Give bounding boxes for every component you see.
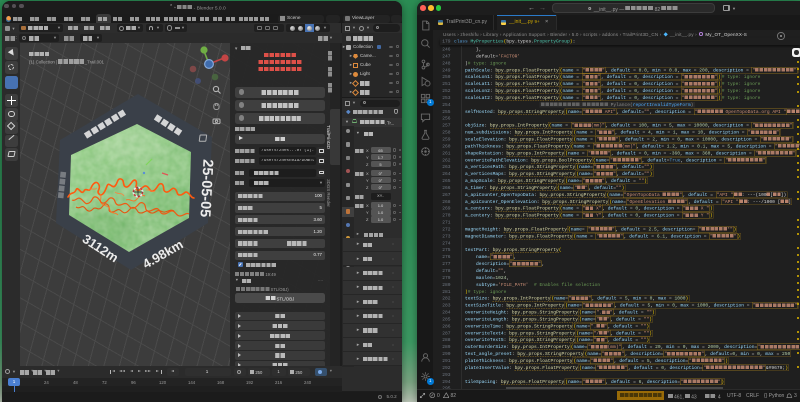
svg-text:25-05-05: 25-05-05 [196,159,215,218]
